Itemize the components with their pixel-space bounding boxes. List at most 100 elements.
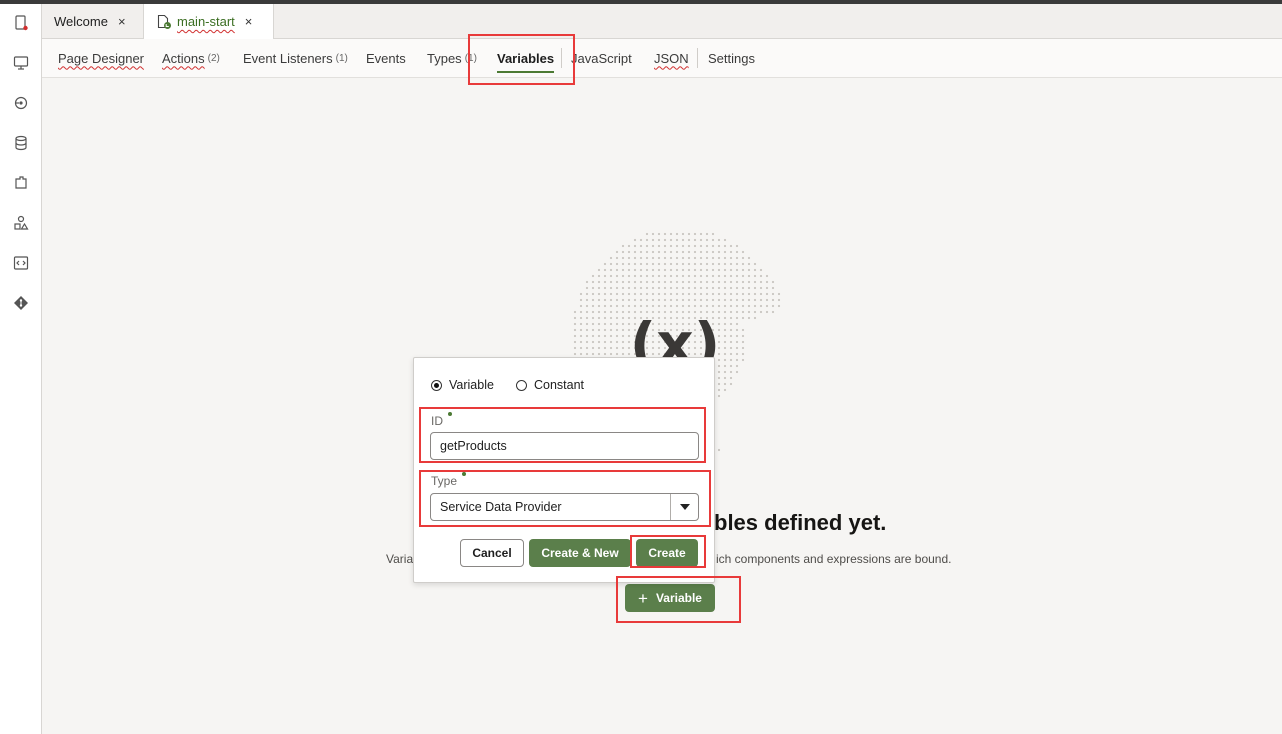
radio-variable[interactable]: Variable bbox=[431, 378, 494, 392]
illustration-dot bbox=[735, 352, 739, 356]
illustration-dot bbox=[615, 310, 619, 314]
create-and-new-button[interactable]: Create & New bbox=[529, 539, 631, 567]
illustration-dot bbox=[633, 274, 637, 278]
illustration-dot bbox=[687, 292, 691, 296]
illustration-dot bbox=[633, 238, 637, 242]
illustration-dot bbox=[747, 298, 751, 302]
close-icon[interactable]: × bbox=[245, 14, 253, 29]
illustration-dot bbox=[639, 286, 643, 290]
illustration-dot bbox=[585, 340, 589, 344]
illustration-dot bbox=[693, 292, 697, 296]
illustration-dot bbox=[699, 274, 703, 278]
illustration-dot bbox=[741, 298, 745, 302]
illustration-dot bbox=[645, 262, 649, 266]
tab-page-designer[interactable]: Page Designer bbox=[58, 39, 144, 77]
illustration-dot bbox=[591, 352, 595, 356]
tab-main-start[interactable]: main-start × bbox=[144, 4, 274, 39]
illustration-dot bbox=[603, 292, 607, 296]
illustration-dot bbox=[699, 280, 703, 284]
illustration-dot bbox=[681, 274, 685, 278]
illustration-dot bbox=[615, 286, 619, 290]
tab-welcome-label: Welcome bbox=[54, 13, 108, 29]
shapes-icon[interactable] bbox=[10, 212, 32, 234]
illustration-dot bbox=[663, 298, 667, 302]
illustration-dot bbox=[597, 316, 601, 320]
illustration-dot bbox=[645, 298, 649, 302]
illustration-dot bbox=[669, 304, 673, 308]
illustration-dot bbox=[657, 262, 661, 266]
tab-actions[interactable]: Actions (2) bbox=[162, 39, 220, 77]
illustration-dot bbox=[693, 256, 697, 260]
tab-events[interactable]: Events bbox=[366, 39, 406, 77]
illustration-dot bbox=[687, 280, 691, 284]
cancel-button[interactable]: Cancel bbox=[460, 539, 524, 567]
illustration-dot bbox=[777, 298, 781, 302]
illustration-dot bbox=[651, 304, 655, 308]
illustration-dot bbox=[717, 286, 721, 290]
code-icon[interactable] bbox=[10, 252, 32, 274]
illustration-dot bbox=[573, 352, 577, 356]
illustration-dot bbox=[591, 328, 595, 332]
illustration-dot bbox=[603, 274, 607, 278]
components-icon[interactable] bbox=[10, 172, 32, 194]
tab-actions-label: Actions bbox=[162, 50, 205, 66]
illustration-dot bbox=[579, 340, 583, 344]
illustration-dot bbox=[621, 256, 625, 260]
tab-settings[interactable]: Settings bbox=[708, 39, 755, 77]
illustration-dot bbox=[627, 274, 631, 278]
illustration-dot bbox=[699, 298, 703, 302]
illustration-dot bbox=[609, 328, 613, 332]
radio-constant[interactable]: Constant bbox=[516, 378, 584, 392]
illustration-dot bbox=[591, 274, 595, 278]
illustration-dot bbox=[729, 286, 733, 290]
illustration-dot bbox=[639, 304, 643, 308]
illustration-dot bbox=[729, 346, 733, 350]
illustration-dot bbox=[651, 232, 655, 236]
close-icon[interactable]: × bbox=[118, 14, 126, 29]
tab-settings-label: Settings bbox=[708, 50, 755, 66]
services-icon[interactable] bbox=[10, 92, 32, 114]
illustration-dot bbox=[585, 328, 589, 332]
tab-json[interactable]: JSON bbox=[654, 39, 689, 77]
illustration-dot bbox=[675, 250, 679, 254]
illustration-dot bbox=[621, 250, 625, 254]
illustration-dot bbox=[591, 334, 595, 338]
illustration-dot bbox=[633, 286, 637, 290]
tab-main-start-label: main-start bbox=[177, 14, 235, 29]
illustration-dot bbox=[681, 304, 685, 308]
illustration-dot bbox=[711, 298, 715, 302]
illustration-dot bbox=[759, 268, 763, 272]
illustration-dot bbox=[591, 346, 595, 350]
illustration-dot bbox=[597, 268, 601, 272]
illustration-dot bbox=[723, 292, 727, 296]
illustration-dot bbox=[711, 304, 715, 308]
web-app-icon[interactable] bbox=[10, 52, 32, 74]
illustration-dot bbox=[639, 298, 643, 302]
git-icon[interactable] bbox=[10, 292, 32, 314]
illustration-dot bbox=[591, 310, 595, 314]
database-icon[interactable] bbox=[10, 132, 32, 154]
illustration-dot bbox=[657, 292, 661, 296]
tab-javascript[interactable]: JavaScript bbox=[571, 39, 632, 77]
illustration-dot bbox=[735, 268, 739, 272]
illustration-dot bbox=[705, 244, 709, 248]
illustration-dot bbox=[759, 310, 763, 314]
tab-event-listeners[interactable]: Event Listeners (1) bbox=[243, 39, 348, 77]
illustration-dot bbox=[597, 322, 601, 326]
illustration-dot bbox=[747, 256, 751, 260]
tab-welcome[interactable]: Welcome × bbox=[42, 4, 144, 38]
illustration-dot bbox=[591, 292, 595, 296]
illustration-dot bbox=[609, 346, 613, 350]
illustration-dot bbox=[753, 310, 757, 314]
empty-state-description-end: ich components and expressions are bound… bbox=[716, 552, 952, 566]
illustration-dot bbox=[603, 328, 607, 332]
illustration-dot bbox=[729, 370, 733, 374]
mobile-app-icon[interactable] bbox=[10, 12, 32, 34]
illustration-dot bbox=[771, 304, 775, 308]
illustration-dot bbox=[687, 262, 691, 266]
illustration-dot bbox=[711, 286, 715, 290]
illustration-dot bbox=[717, 274, 721, 278]
illustration-dot bbox=[615, 292, 619, 296]
illustration-dot bbox=[609, 286, 613, 290]
illustration-dot bbox=[687, 256, 691, 260]
